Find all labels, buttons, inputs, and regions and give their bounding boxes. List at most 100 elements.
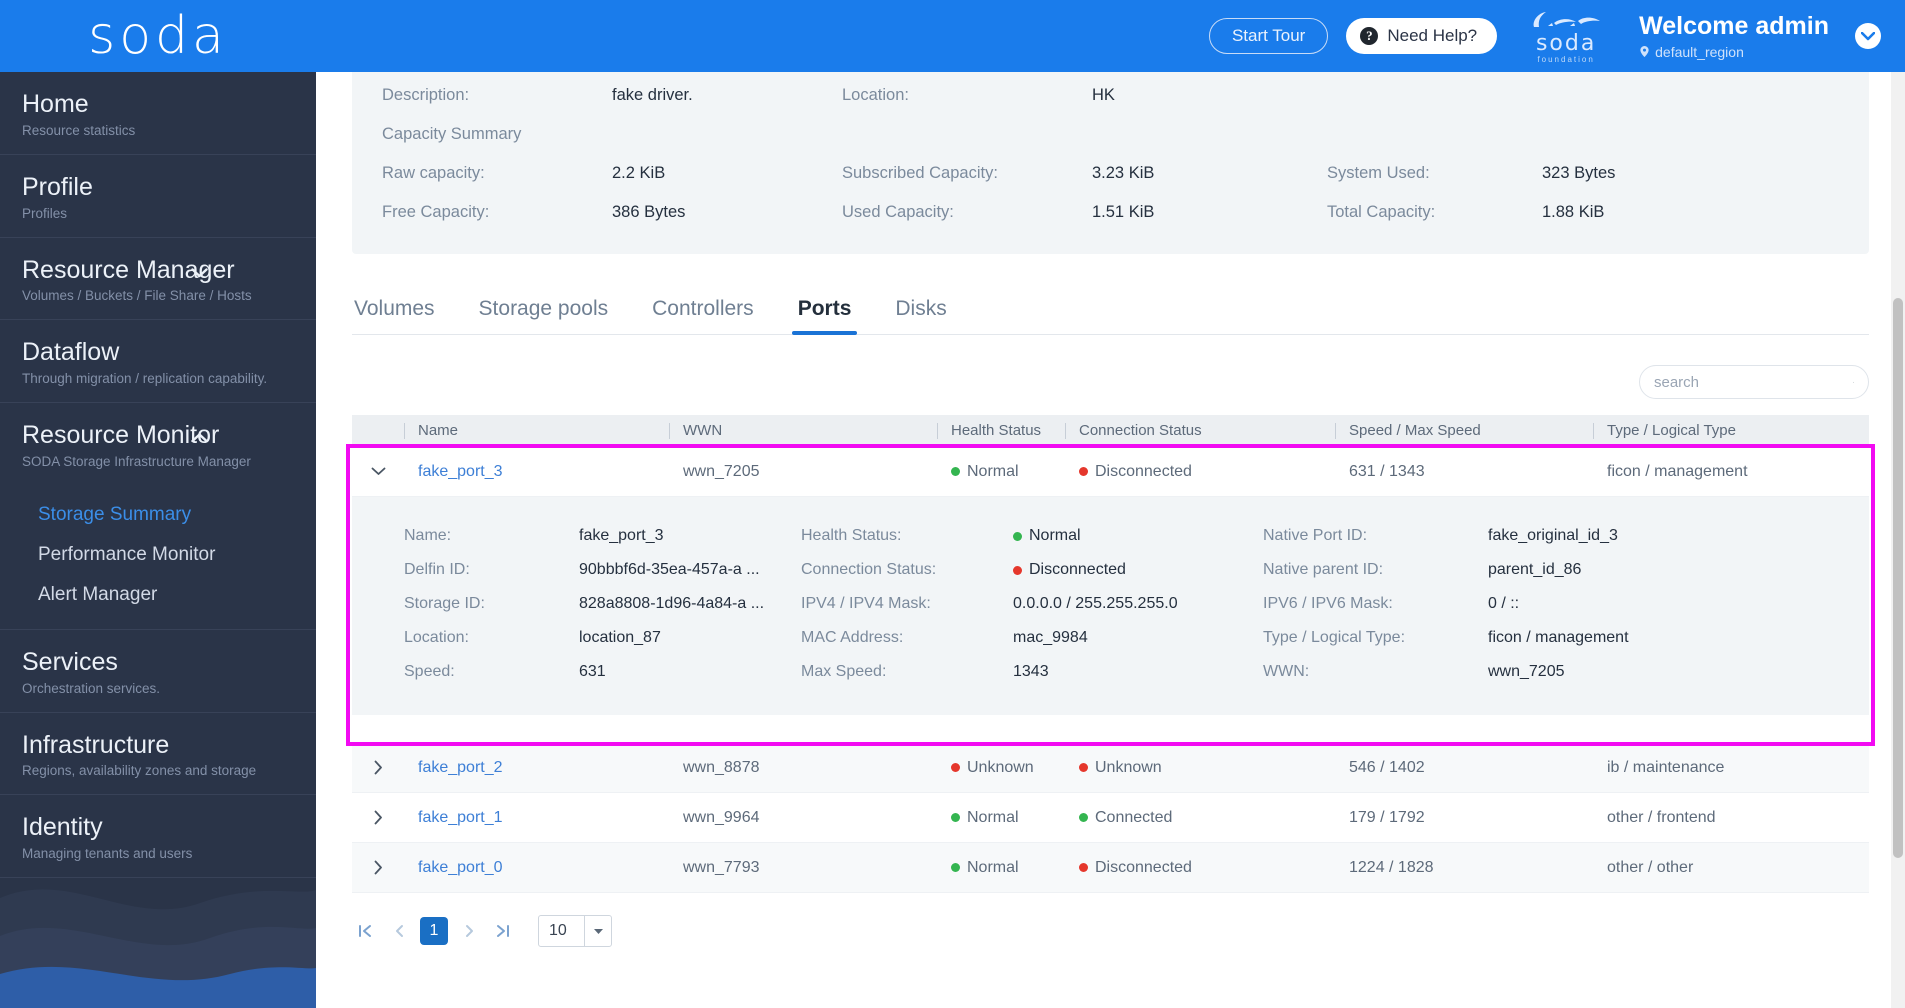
detail-label: Location: (404, 629, 469, 646)
sidebar-item-infrastructure[interactable]: Infrastructure Regions, availability zon… (0, 713, 316, 796)
status-dot-red (1079, 763, 1088, 772)
table-row[interactable]: fake_port_1 wwn_9964 Normal Connected 17… (352, 793, 1869, 843)
pagination-controls: 1 10 (352, 915, 1869, 947)
health-status-label: Normal (967, 858, 1019, 876)
table-row[interactable]: fake_port_3 wwn_7205 Normal Disconnected… (352, 447, 1869, 497)
sidebar-item-alert-manager[interactable]: Alert Manager (0, 575, 316, 615)
chevron-up-icon[interactable] (191, 430, 208, 448)
summary-value: 3.23 KiB (1092, 164, 1155, 182)
sidebar-item-dataflow[interactable]: Dataflow Through migration / replication… (0, 320, 316, 403)
sidebar-navigation: Home Resource statistics Profile Profile… (0, 72, 316, 1008)
scrollbar-thumb[interactable] (1893, 298, 1903, 858)
chevron-down-icon[interactable] (191, 265, 208, 283)
cell-wwn: wwn_9964 (683, 808, 760, 826)
dolphins-icon (1533, 11, 1601, 27)
status-dot-red (1079, 467, 1088, 476)
detail-bottom-spacer (352, 715, 1869, 743)
row-collapse-toggle[interactable] (352, 467, 404, 476)
search-row (352, 365, 1869, 399)
sidebar-item-resource-manager[interactable]: Resource Manager Volumes / Buckets / Fil… (0, 238, 316, 321)
sidebar-item-resource-monitor[interactable]: Resource Monitor SODA Storage Infrastruc… (0, 403, 316, 485)
chevron-down-icon[interactable] (585, 928, 611, 935)
detail-connection-label: Disconnected (1029, 561, 1126, 578)
summary-label: Description: (382, 86, 470, 104)
table-row[interactable]: fake_port_2 wwn_8878 Unknown Unknown 546… (352, 743, 1869, 793)
row-expand-toggle[interactable] (352, 860, 404, 875)
need-help-label: Need Help? (1387, 26, 1478, 45)
connection-status-label: Unknown (1095, 758, 1162, 776)
status-dot-green (1079, 813, 1088, 822)
tab-controllers[interactable]: Controllers (630, 291, 776, 335)
search-icon[interactable] (1853, 374, 1854, 391)
user-menu-toggle[interactable] (1855, 23, 1881, 49)
sidebar-item-title: Infrastructure (22, 730, 170, 759)
summary-label: Total Capacity: (1327, 203, 1436, 221)
sidebar-item-profile[interactable]: Profile Profiles (0, 155, 316, 238)
start-tour-button[interactable]: Start Tour (1208, 18, 1329, 54)
summary-label: Used Capacity: (842, 203, 954, 221)
page-number-button[interactable]: 1 (420, 917, 448, 945)
column-header-wwn[interactable]: WWN (669, 422, 937, 440)
cell-name[interactable]: fake_port_1 (404, 809, 669, 827)
cell-name[interactable]: fake_port_3 (404, 463, 669, 481)
status-dot-green (951, 863, 960, 872)
cell-connection-status: Unknown (1065, 759, 1335, 777)
cell-connection-status: Connected (1065, 809, 1335, 827)
first-page-button[interactable] (352, 918, 378, 944)
table-row[interactable]: fake_port_0 wwn_7793 Normal Disconnected… (352, 843, 1869, 893)
question-mark-icon: ? (1360, 27, 1379, 45)
sidebar-item-home[interactable]: Home Resource statistics (0, 72, 316, 155)
column-header-connection-status[interactable]: Connection Status (1065, 422, 1335, 440)
detail-health-label: Normal (1029, 527, 1081, 544)
highlighted-row-group: fake_port_3 wwn_7205 Normal Disconnected… (346, 444, 1875, 746)
chevron-down-icon (1861, 31, 1875, 40)
last-page-button[interactable] (490, 918, 516, 944)
sidebar-item-title: Dataflow (22, 338, 120, 367)
cell-name[interactable]: fake_port_0 (404, 859, 669, 877)
sidebar-item-services[interactable]: Services Orchestration services. (0, 630, 316, 713)
health-status-label: Normal (967, 808, 1019, 826)
status-dot-green (1013, 531, 1022, 541)
tab-ports[interactable]: Ports (776, 291, 874, 335)
tab-disks[interactable]: Disks (873, 291, 968, 335)
health-status-label: Normal (967, 462, 1019, 480)
tab-volumes[interactable]: Volumes (352, 291, 457, 335)
status-dot-green (951, 813, 960, 822)
sidebar-item-performance-monitor[interactable]: Performance Monitor (0, 535, 316, 575)
page-size-select[interactable]: 10 (538, 915, 612, 947)
detail-label: Connection Status: (801, 561, 937, 578)
cell-name[interactable]: fake_port_2 (404, 759, 669, 777)
sidebar-item-identity[interactable]: Identity Managing tenants and users (0, 795, 316, 878)
cell-type: other / frontend (1607, 808, 1716, 826)
column-header-name[interactable]: Name (404, 422, 669, 440)
region-indicator: default_region (1639, 44, 1829, 60)
row-expand-toggle[interactable] (352, 760, 404, 775)
need-help-button[interactable]: ? Need Help? (1346, 18, 1498, 54)
resource-tabs: Volumes Storage pools Controllers Ports … (352, 290, 1869, 335)
next-page-button[interactable] (456, 918, 482, 944)
sidebar-item-title: Resource Monitor (22, 421, 220, 449)
sidebar-item-storage-summary[interactable]: Storage Summary (0, 495, 316, 535)
brand-logo-area[interactable]: soda (0, 0, 316, 72)
column-header-health-status[interactable]: Health Status (937, 422, 1065, 440)
page-scrollbar[interactable] (1891, 72, 1905, 1008)
cell-wwn: wwn_7205 (683, 462, 760, 480)
search-input[interactable] (1654, 373, 1853, 391)
tab-storage-pools[interactable]: Storage pools (457, 291, 631, 335)
foundation-wordmark: soda (1535, 30, 1597, 56)
detail-label: MAC Address: (801, 629, 904, 646)
previous-page-button[interactable] (386, 918, 412, 944)
soda-logo-text: soda (88, 6, 228, 66)
header-actions: Start Tour ? Need Help? soda foundation (316, 0, 1905, 72)
welcome-text: Welcome admin (1639, 12, 1829, 41)
column-header-type[interactable]: Type / Logical Type (1593, 422, 1869, 440)
detail-label: Max Speed: (801, 663, 887, 680)
search-box[interactable] (1639, 365, 1869, 399)
row-expand-toggle[interactable] (352, 810, 404, 825)
storage-summary-card: Description: fake driver. Location: HK C… (352, 72, 1869, 254)
column-header-speed[interactable]: Speed / Max Speed (1335, 422, 1593, 440)
sidebar-item-title: Identity (22, 813, 103, 842)
detail-value: parent_id_86 (1488, 561, 1582, 578)
detail-label: WWN: (1263, 663, 1310, 680)
user-menu[interactable]: Welcome admin default_region (1639, 12, 1895, 60)
